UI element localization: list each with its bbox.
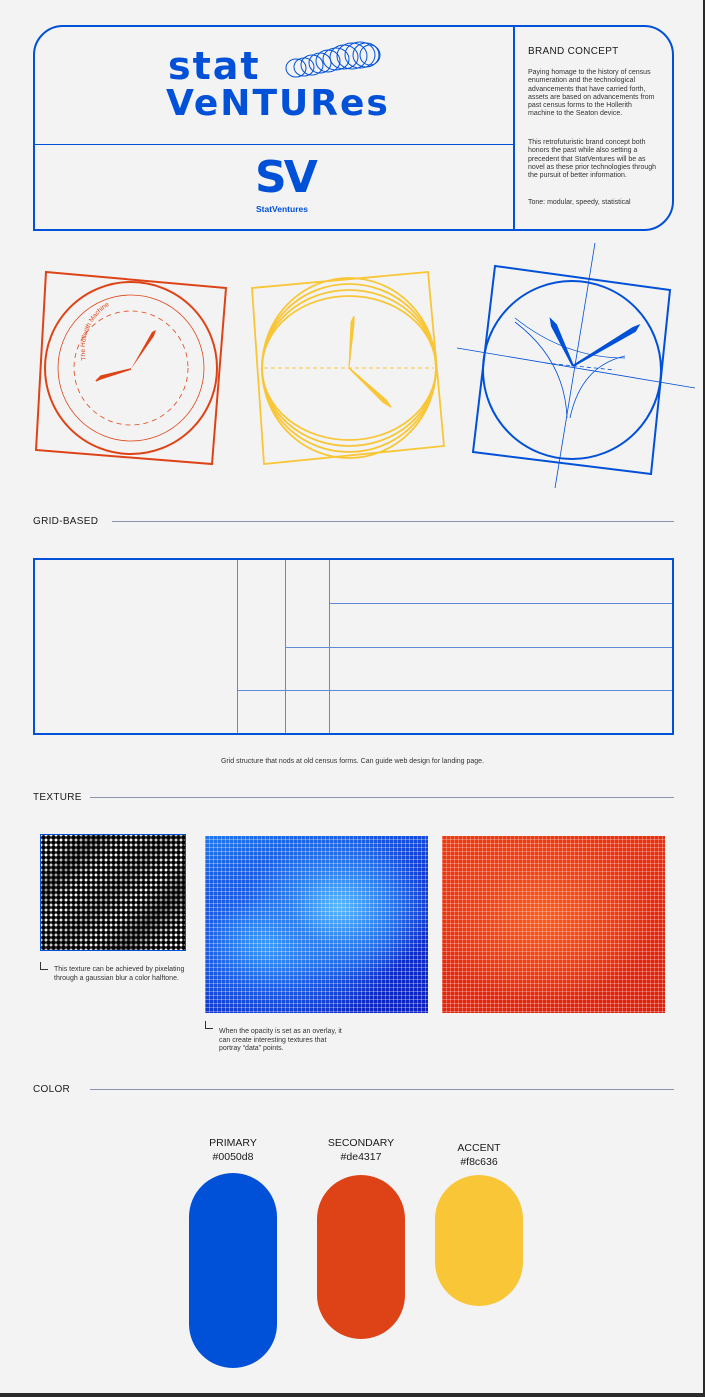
corner-arrow-icon [40,962,48,970]
secondary-label: SECONDARY [327,1137,395,1149]
accent-label: ACCENT [457,1142,501,1154]
concept-paragraph-1: Paying homage to the history of census e… [528,69,655,118]
section-title-color: COLOR [33,1084,71,1095]
rings-coil-icon [285,41,381,78]
secondary-swatch [317,1175,405,1339]
primary-label: PRIMARY [209,1137,257,1149]
texture-caption-1: This texture can be achieved by pixelati… [54,966,185,982]
halftone-texture [40,834,186,951]
texture-caption-2: When the opacity is set as an overlay, i… [219,1028,342,1052]
monogram: SV [255,152,318,203]
corner-arrow-icon [205,1021,213,1029]
concept-tone: Tone: modular, speedy, statistical [528,199,631,206]
census-grid [33,558,674,735]
accent-hex: #f8c636 [460,1156,498,1168]
blue-pixel-texture [205,836,428,1013]
grid-line [329,603,672,604]
monogram-caption: StatVentures [256,204,308,214]
ellipse-clock-icon [251,271,445,465]
section-title-grid: GRID-BASED [33,516,99,527]
section-rule-color [90,1089,674,1090]
grid-line [285,647,672,648]
svg-text:The Hollerith Machine: The Hollerith Machine [80,301,111,361]
section-title-texture: TEXTURE [33,792,82,803]
header-divider-vertical [513,25,515,231]
red-pixel-texture [442,836,665,1013]
logo-word-bottom: VeNTURes [166,83,390,124]
grid-line [237,690,672,691]
primary-swatch [189,1173,277,1368]
primary-hex: #0050d8 [212,1151,254,1163]
header-divider-horizontal [33,144,513,145]
section-rule-texture [90,797,674,798]
logo-word-top: stat [168,44,261,88]
secondary-hex: #de4317 [340,1151,382,1163]
curve-clock-icon [456,242,696,489]
hollerith-clock-icon: The Hollerith Machine [34,270,228,466]
grid-caption: Grid structure that nods at old census f… [220,758,485,765]
section-rule-grid [112,521,674,522]
concept-paragraph-2: This retrofuturistic brand concept both … [528,139,657,180]
hollerith-arc-text: The Hollerith Machine [80,301,111,361]
accent-swatch [435,1175,523,1306]
brand-board: stat VeNTURes SV StatVentures BRAND CONC… [0,0,703,1393]
concept-title: BRAND CONCEPT [528,46,619,57]
grid-line [237,560,238,733]
